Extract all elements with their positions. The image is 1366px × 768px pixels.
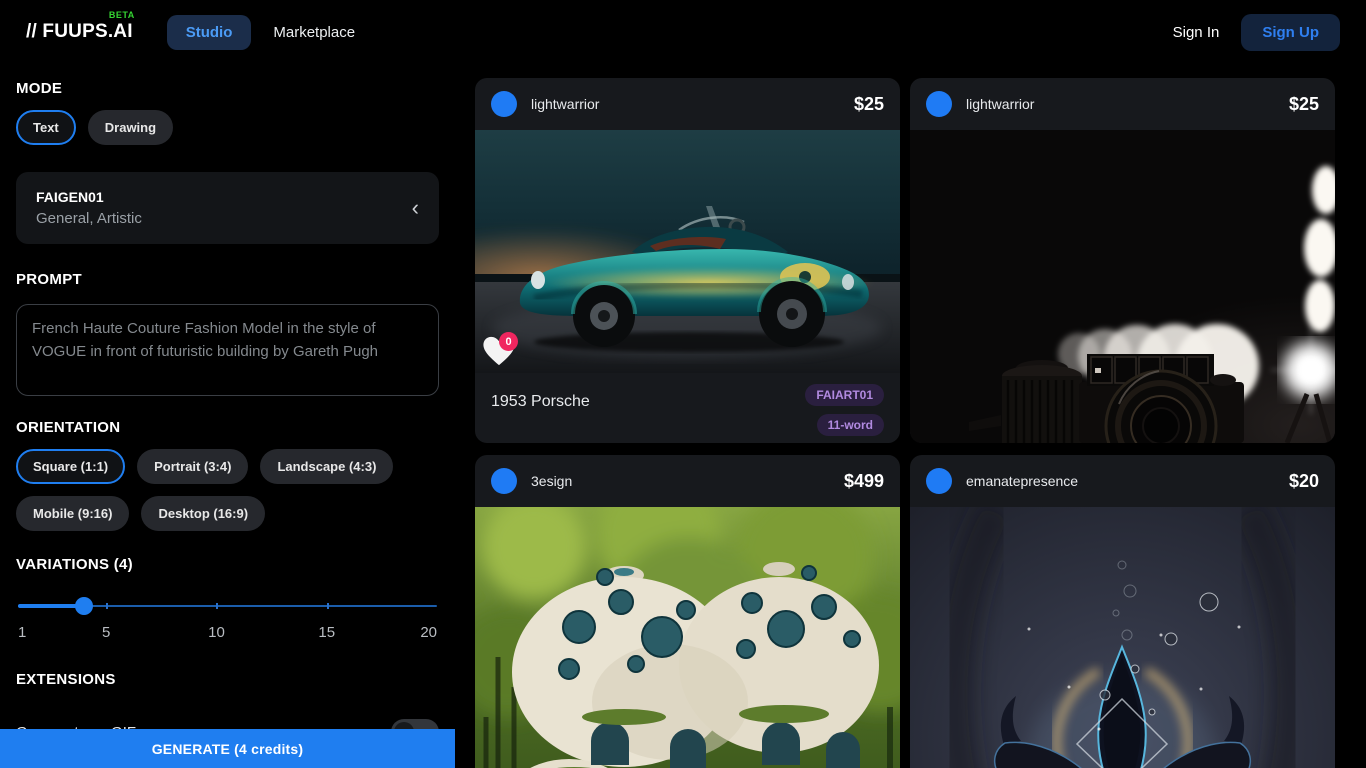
camera-illustration [910,130,1335,443]
tick-label-20: 20 [420,624,437,641]
orientation-option-desktop[interactable]: Desktop (16:9) [141,496,266,531]
lotus-illustration [910,507,1335,768]
tag-wordcount[interactable]: 11-word [816,414,884,436]
tab-marketplace[interactable]: Marketplace [259,15,369,50]
model-info: FAIGEN01 General, Artistic [36,189,142,227]
card-image-lotus[interactable] [910,507,1335,768]
avatar[interactable] [926,468,952,494]
card-image-camera[interactable] [910,130,1335,443]
sign-in-button[interactable]: Sign In [1173,24,1220,41]
card-price: $25 [1288,93,1319,114]
marketplace-gallery: lightwarrior $25 0 1953 Porsche FAIART01… [455,64,1366,768]
slider-handle[interactable] [75,597,94,615]
card-header: 3esign $499 [475,455,900,507]
slider-tick-5 [106,603,109,609]
tick-label-5: 5 [102,624,111,641]
domes-illustration [475,507,900,768]
orientation-options-row1: Square (1:1) Portrait (3:4) Landscape (4… [16,449,439,531]
sign-up-button[interactable]: Sign Up [1241,13,1340,51]
card-title: 1953 Porsche [491,393,590,410]
top-bar: BETA // FUUPS.AI Studio Marketplace Sign… [0,0,1366,64]
tab-studio[interactable]: Studio [166,14,252,50]
slider-tick-10 [216,603,219,609]
logo[interactable]: BETA // FUUPS.AI [26,10,134,43]
card-username[interactable]: lightwarrior [966,96,1034,112]
prompt-input[interactable] [16,304,439,396]
orientation-option-mobile[interactable]: Mobile (9:16) [16,496,130,531]
orientation-option-square[interactable]: Square (1:1) [16,449,126,484]
porsche-illustration [475,130,900,373]
avatar[interactable] [491,468,517,494]
gallery-column-right: lightwarrior $25 emanatepresence $20 [910,78,1335,768]
gallery-card-camera[interactable]: lightwarrior $25 [910,78,1335,443]
slider-tick-labels: 1 5 10 15 20 [18,624,437,642]
generate-button[interactable]: GENERATE (4 credits) [0,729,455,768]
variations-label: VARIATIONS (4) [16,556,133,573]
main-nav: Studio Marketplace [166,14,369,50]
mode-label: MODE [16,80,63,97]
card-tags: FAIART01 11-word [805,384,884,443]
gallery-card-lotus[interactable]: emanatepresence $20 [910,455,1335,768]
generation-sidebar: MODE Text Drawing FAIGEN01 General, Arti… [0,64,455,768]
beta-badge: BETA [108,10,135,20]
gallery-column-left: lightwarrior $25 0 1953 Porsche FAIART01… [475,78,900,768]
extensions-label: EXTENSIONS [16,671,116,688]
tick-label-1: 1 [18,624,27,641]
tick-label-15: 15 [318,624,336,641]
logo-text: // FUUPS.AI [26,21,133,42]
card-username[interactable]: emanatepresence [966,473,1078,489]
tag-model[interactable]: FAIART01 [805,384,884,406]
avatar[interactable] [491,91,517,117]
card-price: $499 [843,470,884,491]
card-price: $20 [1288,470,1319,491]
model-description: General, Artistic [36,210,142,227]
auth-actions: Sign In Sign Up [1173,13,1340,51]
chevron-left-icon: ‹ [411,195,419,220]
mode-options: Text Drawing [16,110,439,145]
like-count-badge: 0 [499,332,518,351]
card-footer: 1953 Porsche FAIART01 11-word [475,373,900,443]
model-name: FAIGEN01 [36,189,104,205]
slider-tick-15 [326,603,329,609]
card-username[interactable]: 3esign [531,473,572,489]
orientation-option-landscape[interactable]: Landscape (4:3) [260,449,394,484]
orientation-option-portrait[interactable]: Portrait (3:4) [137,449,249,484]
card-price: $25 [853,93,884,114]
card-image-domes[interactable] [475,507,900,768]
model-selector[interactable]: FAIGEN01 General, Artistic ‹ [16,172,439,244]
mode-option-drawing[interactable]: Drawing [87,110,174,145]
orientation-label: ORIENTATION [16,419,121,436]
avatar[interactable] [926,91,952,117]
variations-slider[interactable] [18,597,437,615]
card-username[interactable]: lightwarrior [531,96,599,112]
gallery-card-porsche[interactable]: lightwarrior $25 0 1953 Porsche FAIART01… [475,78,900,443]
like-button[interactable]: 0 [482,332,518,370]
mode-option-text[interactable]: Text [16,110,76,145]
card-image-porsche[interactable]: 0 [475,130,900,373]
card-header: lightwarrior $25 [910,78,1335,130]
card-header: emanatepresence $20 [910,455,1335,507]
card-header: lightwarrior $25 [475,78,900,130]
gallery-card-domes[interactable]: 3esign $499 [475,455,900,768]
prompt-label: PROMPT [16,271,82,288]
tick-label-10: 10 [208,624,225,641]
